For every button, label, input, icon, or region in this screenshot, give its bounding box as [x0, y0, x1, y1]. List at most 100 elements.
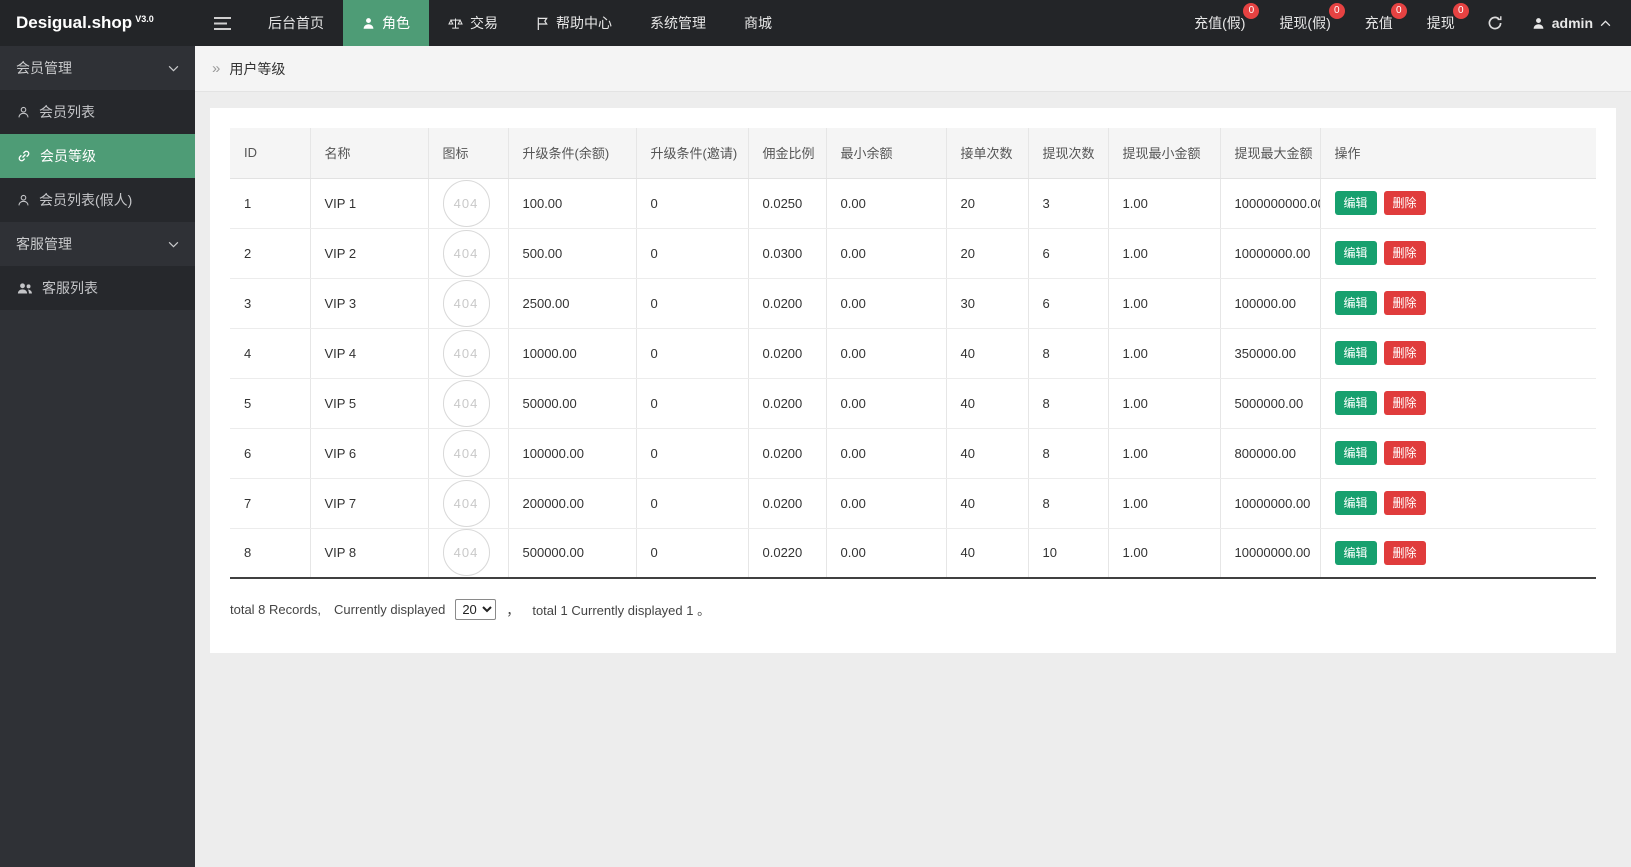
- cell-upgrade-invite: 0: [635, 328, 748, 379]
- chevron-down-icon: [168, 241, 179, 248]
- cell-withdraw-min: 1.00: [1107, 328, 1220, 379]
- cell-icon: 404: [427, 278, 508, 329]
- cell-commission: 0.0200: [747, 328, 826, 379]
- edit-button[interactable]: 编辑: [1334, 491, 1377, 515]
- edit-button[interactable]: 编辑: [1334, 441, 1377, 465]
- cell-name: VIP 8: [309, 528, 428, 578]
- sidebar-item-member-list[interactable]: 会员列表: [0, 90, 195, 134]
- cell-upgrade-balance: 10000.00: [507, 328, 636, 379]
- refresh-icon: [1488, 16, 1502, 30]
- column-header: 提现次数: [1027, 128, 1108, 179]
- brand-name: Desigual.shop: [16, 13, 133, 32]
- sidebar-toggle-button[interactable]: [195, 0, 249, 46]
- flag-icon: [537, 16, 548, 30]
- column-header: 升级条件(邀请): [635, 128, 748, 179]
- page-size-select[interactable]: 20: [455, 599, 497, 620]
- cell-order-count: 40: [945, 478, 1028, 529]
- delete-button[interactable]: 删除: [1383, 241, 1426, 265]
- cell-commission: 0.0250: [747, 178, 826, 229]
- icon-404-placeholder: 404: [442, 329, 490, 377]
- edit-button[interactable]: 编辑: [1334, 241, 1377, 265]
- edit-button[interactable]: 编辑: [1334, 291, 1377, 315]
- nav-item-roles[interactable]: 角色: [343, 0, 429, 46]
- cell-withdraw-count: 8: [1027, 478, 1108, 529]
- nav-item-dashboard[interactable]: 后台首页: [249, 0, 343, 46]
- scale-icon: [448, 18, 463, 29]
- top-navbar: Desigual.shop V3.0 后台首页 角色 交易 帮助中心 系统管理 …: [0, 0, 1631, 46]
- cell-order-count: 40: [945, 328, 1028, 379]
- cell-upgrade-invite: 0: [635, 378, 748, 429]
- user-icon: [17, 194, 30, 207]
- delete-button[interactable]: 删除: [1383, 540, 1426, 565]
- sidebar-group-label: 会员管理: [16, 60, 72, 76]
- withdraw-button[interactable]: 提现 0: [1410, 0, 1472, 46]
- cell-upgrade-invite: 0: [635, 528, 748, 578]
- nav-item-transactions[interactable]: 交易: [429, 0, 517, 46]
- edit-button[interactable]: 编辑: [1334, 191, 1377, 215]
- cell-commission: 0.0220: [747, 528, 826, 578]
- cell-min-balance: 0.00: [825, 478, 946, 529]
- cell-upgrade-balance: 100.00: [507, 178, 636, 229]
- withdraw-badge: 0: [1452, 3, 1469, 19]
- table-row: 7 VIP 7 404 200000.00 0 0.0200 0.00 40 8 1.00 1000…: [230, 478, 1596, 529]
- sidebar-group-service-management[interactable]: 客服管理: [0, 222, 195, 266]
- column-header: 接单次数: [945, 128, 1028, 179]
- sidebar-item-member-level[interactable]: 会员等级: [0, 134, 195, 178]
- icon-404-placeholder: 404: [442, 279, 490, 327]
- nav-item-system[interactable]: 系统管理: [631, 0, 725, 46]
- delete-button[interactable]: 删除: [1383, 191, 1426, 215]
- user-menu[interactable]: admin: [1518, 0, 1631, 46]
- breadcrumb: » 用户等级: [195, 46, 1631, 92]
- icon-404-placeholder: 404: [442, 529, 490, 577]
- top-nav-menu: 后台首页 角色 交易 帮助中心 系统管理 商城: [249, 0, 791, 46]
- pagination-summary: total 8 Records, Currently displayed 20 …: [230, 599, 1596, 620]
- cell-withdraw-count: 6: [1027, 228, 1108, 279]
- breadcrumb-arrows-icon: »: [212, 60, 221, 77]
- refresh-button[interactable]: [1472, 0, 1518, 46]
- edit-button[interactable]: 编辑: [1334, 540, 1377, 565]
- delete-button[interactable]: 删除: [1383, 291, 1426, 315]
- delete-button[interactable]: 删除: [1383, 391, 1426, 415]
- cell-name: VIP 4: [309, 328, 428, 379]
- delete-button[interactable]: 删除: [1383, 491, 1426, 515]
- cell-name: VIP 3: [309, 278, 428, 329]
- icon-404-placeholder: 404: [442, 379, 490, 427]
- cell-withdraw-max: 800000.00: [1219, 428, 1320, 479]
- topbar-right-group: 充值(假) 0 提现(假) 0 充值 0 提现 0 admin: [1177, 0, 1631, 46]
- user-icon: [1533, 17, 1544, 29]
- cell-min-balance: 0.00: [825, 378, 946, 429]
- edit-button[interactable]: 编辑: [1334, 341, 1377, 365]
- cell-commission: 0.0200: [747, 278, 826, 329]
- recharge-button[interactable]: 充值 0: [1348, 0, 1410, 46]
- cell-commission: 0.0200: [747, 378, 826, 429]
- sidebar-group-member-management[interactable]: 会员管理: [0, 46, 195, 90]
- edit-button[interactable]: 编辑: [1334, 391, 1377, 415]
- user-icon: [17, 106, 30, 119]
- recharge-fake-button[interactable]: 充值(假) 0: [1177, 0, 1262, 46]
- cell-min-balance: 0.00: [825, 178, 946, 229]
- displayed-label: Currently displayed: [334, 602, 446, 617]
- cell-withdraw-max: 10000000.00: [1219, 528, 1320, 578]
- nav-item-help-center[interactable]: 帮助中心: [517, 0, 631, 46]
- delete-button[interactable]: 删除: [1383, 341, 1426, 365]
- hamburger-icon: [213, 16, 231, 30]
- nav-item-mall[interactable]: 商城: [725, 0, 791, 46]
- table-body: 1 VIP 1 404 100.00 0 0.0250 0.00 20 3 1.00 1000000…: [230, 178, 1596, 578]
- delete-button[interactable]: 删除: [1383, 441, 1426, 465]
- cell-icon: 404: [427, 478, 508, 529]
- users-icon: [17, 282, 33, 295]
- brand-logo[interactable]: Desigual.shop V3.0: [0, 0, 195, 46]
- cell-withdraw-max: 350000.00: [1219, 328, 1320, 379]
- sidebar: 会员管理 会员列表 会员等级 会员列表(假人) 客服管理 客服列表: [0, 46, 195, 867]
- cell-name: VIP 2: [309, 228, 428, 279]
- withdraw-fake-button[interactable]: 提现(假) 0: [1262, 0, 1347, 46]
- cell-upgrade-balance: 500000.00: [507, 528, 636, 578]
- column-header: 最小余额: [825, 128, 946, 179]
- cell-actions: 编辑 删除: [1319, 178, 1596, 229]
- sidebar-item-member-list-fake[interactable]: 会员列表(假人): [0, 178, 195, 222]
- sidebar-item-service-list[interactable]: 客服列表: [0, 266, 195, 310]
- column-header: 图标: [427, 128, 508, 179]
- main-content: » 用户等级 ID 名称 图标 升级条件(余额) 升级条件(邀请) 佣金比例 最小余额 接单次…: [195, 46, 1631, 867]
- cell-withdraw-max: 1000000000.00: [1219, 178, 1320, 229]
- cell-withdraw-min: 1.00: [1107, 528, 1220, 578]
